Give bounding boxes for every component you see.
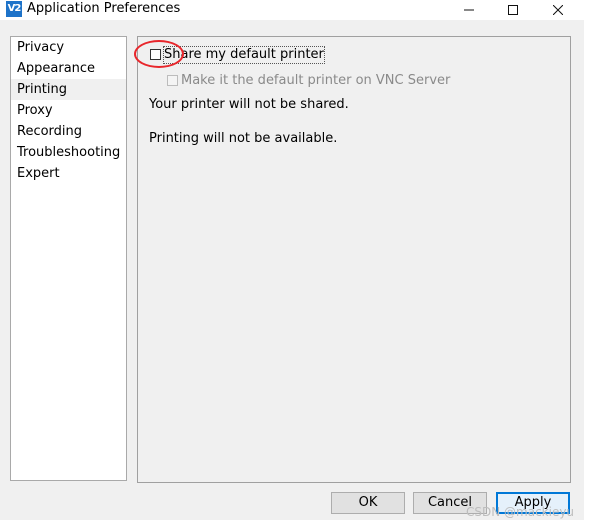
category-list: Privacy Appearance Printing Proxy Record… bbox=[10, 36, 127, 481]
sidebar-item-printing[interactable]: Printing bbox=[11, 79, 126, 100]
window-title: Application Preferences bbox=[27, 1, 181, 16]
make-default-printer-checkbox bbox=[167, 75, 178, 86]
maximize-button[interactable] bbox=[490, 0, 536, 20]
window-edge bbox=[584, 20, 592, 530]
share-printer-label[interactable]: Share my default printer bbox=[163, 46, 325, 64]
share-printer-checkbox[interactable] bbox=[150, 49, 161, 60]
title-bar: V2 Application Preferences bbox=[0, 0, 592, 20]
ok-button[interactable]: OK bbox=[331, 492, 405, 514]
sidebar-item-privacy[interactable]: Privacy bbox=[11, 37, 126, 58]
vnc-app-icon: V2 bbox=[6, 1, 22, 17]
bottom-strip bbox=[0, 520, 592, 530]
close-button[interactable] bbox=[535, 0, 581, 20]
maximize-icon bbox=[508, 5, 518, 15]
preferences-dialog: Privacy Appearance Printing Proxy Record… bbox=[0, 20, 584, 520]
sidebar-item-expert[interactable]: Expert bbox=[11, 163, 126, 184]
sidebar-item-appearance[interactable]: Appearance bbox=[11, 58, 126, 79]
sidebar-item-troubleshooting[interactable]: Troubleshooting bbox=[11, 142, 126, 163]
sidebar-item-recording[interactable]: Recording bbox=[11, 121, 126, 142]
make-default-printer-label: Make it the default printer on VNC Serve… bbox=[181, 73, 451, 88]
sidebar-item-proxy[interactable]: Proxy bbox=[11, 100, 126, 121]
watermark: CSDN @mackieyu bbox=[466, 505, 575, 519]
printing-availability-text: Printing will not be available. bbox=[149, 131, 338, 146]
minimize-icon bbox=[464, 9, 474, 11]
close-icon bbox=[553, 5, 563, 15]
share-status-text: Your printer will not be shared. bbox=[149, 97, 349, 112]
minimize-button[interactable] bbox=[446, 0, 492, 20]
